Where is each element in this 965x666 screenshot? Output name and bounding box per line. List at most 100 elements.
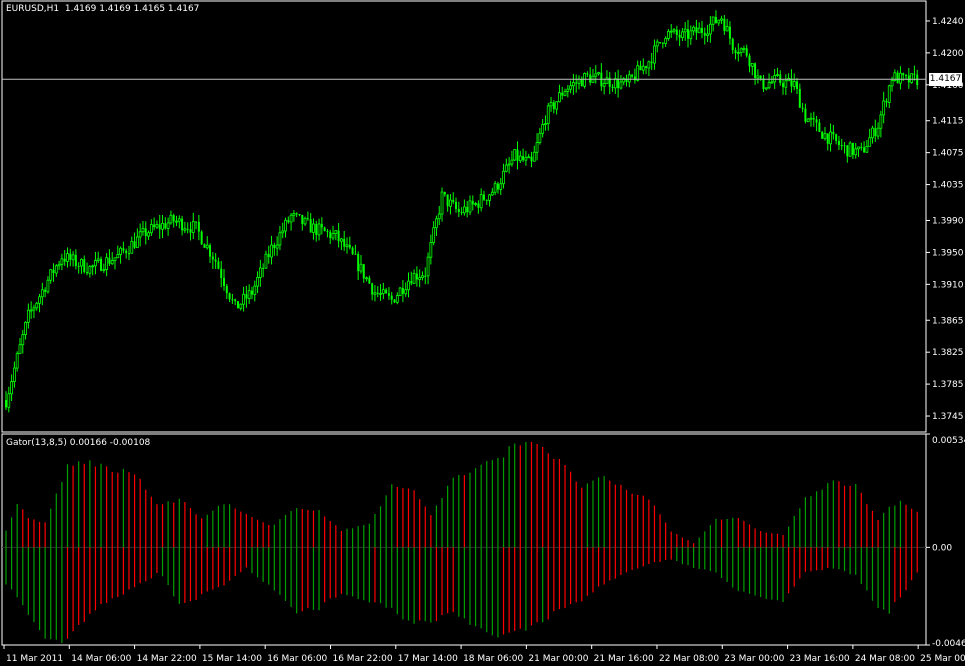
candle-body-bull — [681, 31, 684, 38]
chart-window[interactable]: 1.42401.42001.41601.41151.40751.40351.39… — [0, 0, 965, 666]
candle-body-bear — [211, 256, 214, 260]
candle-body-bear — [309, 219, 312, 233]
candle-body-bull — [418, 277, 422, 280]
candle-body-bear — [368, 277, 371, 284]
candle-body-bear — [225, 285, 228, 294]
time-tick-label: 25 Mar 00:00 — [920, 654, 965, 664]
candle-body-bull — [10, 381, 13, 395]
candle-body-bear — [530, 156, 533, 162]
candle-body-bull — [706, 33, 709, 37]
candle-body-bull — [29, 309, 33, 312]
candle-body-bear — [376, 292, 379, 294]
candle-body-bull — [756, 75, 760, 79]
price-tick-label: 1.3745 — [932, 412, 964, 422]
ohlc-values: 1.4169 1.4169 1.4165 1.4167 — [64, 4, 200, 14]
candle-body-bear — [362, 264, 365, 279]
candle-body-bull — [407, 280, 410, 291]
candle-body-bear — [913, 73, 916, 75]
current-price-badge: 1.4167 — [929, 73, 962, 87]
candle-body-bull — [91, 265, 95, 268]
candle-body-bull — [689, 30, 693, 40]
candle-body-bear — [354, 253, 357, 255]
candle-body-bear — [874, 128, 877, 137]
candle-body-bull — [555, 101, 559, 110]
candle-body-bear — [424, 275, 427, 277]
candle-body-bear — [133, 241, 136, 248]
candle-body-bear — [466, 206, 469, 213]
candle-body-bear — [801, 107, 804, 109]
gator-histogram — [2, 441, 926, 644]
candle-body-bull — [636, 65, 640, 81]
candle-body-bull — [398, 287, 402, 296]
candle-body-bull — [258, 267, 262, 278]
candle-body-bear — [818, 122, 821, 132]
candle-body-bear — [273, 245, 276, 249]
candle-body-bear — [661, 42, 664, 44]
candle-body-bull — [653, 45, 656, 64]
candle-body-bull — [379, 292, 382, 295]
candle-body-bear — [633, 76, 636, 81]
candle-body-bull — [507, 163, 511, 166]
time-axis: 11 Mar 2011 14 Mar 06:00 14 Mar 22:00 15 Ma… — [3, 645, 965, 664]
candle-body-bear — [77, 265, 80, 267]
candle-body-bull — [510, 159, 514, 165]
candle-body-bull — [493, 183, 497, 193]
candle-body-bull — [619, 81, 623, 89]
candle-body-bull — [169, 214, 173, 224]
candle-body-bull — [538, 132, 542, 143]
candle-body-bull — [513, 149, 517, 161]
candle-body-bull — [848, 142, 852, 157]
candle-body-bull — [239, 303, 243, 309]
candle-body-bull — [583, 73, 586, 87]
candle-body-bull — [404, 289, 408, 295]
candle-body-bear — [575, 82, 578, 84]
indicator-tick-label: -0.0046 — [932, 639, 965, 649]
candle-body-bull — [88, 266, 92, 274]
candle-body-bear — [44, 289, 47, 292]
candle-body-bull — [569, 85, 573, 90]
candle-body-bull — [462, 206, 466, 214]
candle-body-bull — [527, 156, 531, 159]
candle-body-bear — [580, 79, 583, 87]
candle-body-bear — [835, 134, 838, 141]
candle-body-bull — [641, 65, 645, 71]
candle-body-bull — [518, 155, 522, 162]
candle-body-bull — [868, 137, 872, 147]
candle-body-bull — [24, 321, 27, 335]
candle-body-bull — [116, 254, 120, 259]
candle-body-bear — [659, 41, 662, 43]
candle-body-bear — [837, 140, 840, 146]
chart-canvas[interactable]: 1.42401.42001.41601.41151.40751.40351.39… — [0, 0, 965, 666]
candle-body-bull — [879, 114, 883, 129]
candle-body-bull — [435, 218, 438, 229]
candle-body-bear — [74, 254, 77, 266]
candle-body-bear — [83, 259, 86, 273]
candle-body-bear — [714, 16, 717, 23]
candle-body-bull — [278, 232, 282, 246]
candle-body-bear — [323, 227, 326, 232]
candle-body-bull — [177, 218, 181, 222]
candle-body-bear — [228, 293, 231, 300]
candle-body-bear — [326, 231, 329, 233]
chart-header: EURUSD,H1 1.4169 1.4169 1.4165 1.4167 — [6, 4, 199, 14]
candle-body-bull — [770, 81, 774, 84]
candle-body-bear — [337, 230, 340, 242]
candle-body-bear — [446, 194, 449, 207]
candle-body-bear — [617, 78, 620, 89]
symbol-label: EURUSD,H1 — [6, 4, 60, 14]
candle-body-bull — [365, 277, 368, 280]
candle-body-bull — [105, 257, 109, 270]
candle-body-bull — [577, 78, 581, 84]
candle-body-bull — [697, 27, 701, 34]
candle-body-bull — [627, 74, 631, 83]
candle-body-bull — [479, 194, 483, 209]
time-tick-label: 14 Mar 06:00 — [71, 654, 131, 664]
candle-body-bear — [301, 214, 304, 224]
candle-body-bull — [275, 244, 279, 249]
candle-body-bull — [66, 253, 69, 262]
candle-body-bull — [876, 127, 880, 137]
candle-body-bull — [524, 157, 528, 161]
time-tick-label: 17 Mar 14:00 — [398, 654, 458, 664]
candle-body-bear — [231, 299, 234, 301]
candle-body-bear — [234, 299, 237, 302]
